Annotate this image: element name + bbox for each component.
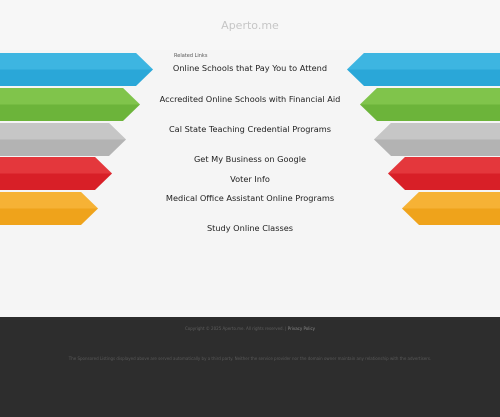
ribbon-left-orange-shape (0, 192, 98, 225)
related-link-item[interactable]: Accredited Online Schools with Financial… (150, 94, 350, 115)
related-link-item[interactable]: Medical Office Assistant Online Programs (150, 193, 350, 214)
related-link-item[interactable]: Get My Business on Google (150, 154, 350, 165)
copyright-text: Copyright © 2025 Aperto.me. All rights r… (184, 326, 284, 331)
related-links-heading: Related Links (174, 53, 208, 59)
related-link-item[interactable]: Voter Info (150, 174, 350, 185)
ribbon-right-green (360, 88, 500, 121)
ribbon-right-blue-shape (347, 53, 500, 86)
related-link-item[interactable]: Study Online Classes (150, 223, 350, 234)
top-bar: Aperto.me (0, 0, 500, 50)
ribbon-right-orange-shape (402, 192, 500, 225)
related-links-section: Related Links Online Schools that Pay Yo… (150, 53, 350, 234)
site-title[interactable]: Aperto.me (0, 19, 500, 32)
ribbon-right-gray (374, 123, 500, 156)
ribbon-right-red (388, 157, 500, 190)
footer-copyright-line: Copyright © 2025 Aperto.me. All rights r… (184, 326, 316, 331)
related-link-item[interactable]: Online Schools that Pay You to Attend (150, 63, 350, 84)
ribbon-right-green-shape (360, 88, 500, 121)
ribbon-left-green-shape (0, 88, 140, 121)
ribbon-right-orange (402, 192, 500, 225)
ribbon-left-red (0, 157, 112, 190)
ribbon-right-red-shape (388, 157, 500, 190)
footer-disclaimer: The Sponsored Listings displayed above a… (68, 356, 432, 361)
ribbon-right-blue (347, 53, 500, 86)
related-link-item[interactable]: Cal State Teaching Credential Programs (150, 124, 350, 145)
privacy-policy-link[interactable]: Privacy Policy (288, 326, 315, 331)
ribbon-left-red-shape (0, 157, 112, 190)
ribbon-left-gray-shape (0, 123, 126, 156)
footer: Copyright © 2025 Aperto.me. All rights r… (0, 317, 500, 417)
related-links-list: Online Schools that Pay You to Attend Ac… (150, 63, 350, 234)
ribbon-left-blue-shape (0, 53, 153, 86)
ribbon-right-gray-shape (374, 123, 500, 156)
ribbon-left-green (0, 88, 140, 121)
ribbon-left-gray (0, 123, 126, 156)
ribbon-left-orange (0, 192, 98, 225)
ribbon-left-blue (0, 53, 153, 86)
